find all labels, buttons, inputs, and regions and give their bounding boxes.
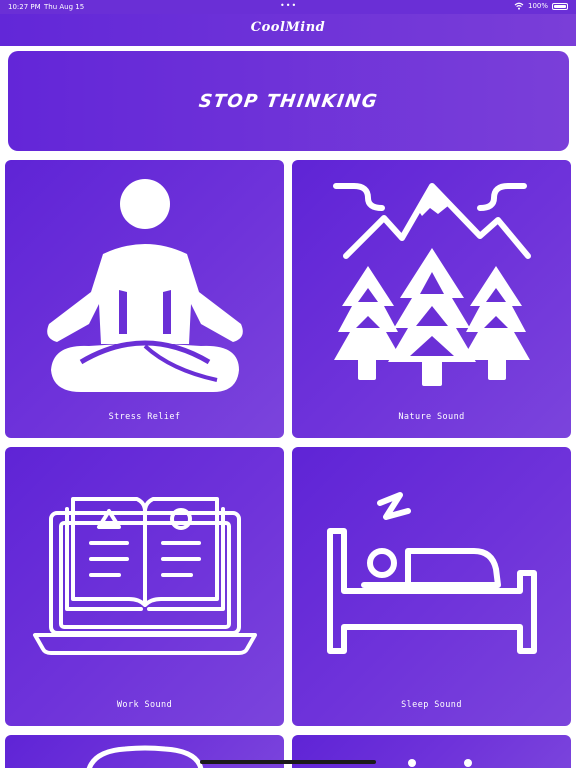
card-label: Work Sound (116, 700, 173, 710)
bed-sleep-icon (327, 492, 537, 654)
card-work-sound[interactable]: Work Sound (5, 447, 284, 726)
wifi-icon (514, 2, 524, 10)
cloud-icon (86, 745, 204, 768)
card-label: Sleep Sound (401, 700, 462, 710)
partial-icon (408, 759, 472, 767)
laptop-book-icon (33, 497, 257, 655)
card-label: Nature Sound (398, 412, 465, 422)
status-right: 100% (514, 2, 568, 10)
status-date: Thu Aug 15 (44, 3, 85, 11)
app-title: CoolMind (250, 20, 326, 35)
card-nature-sound[interactable]: Nature Sound (292, 160, 571, 438)
multitask-dots[interactable]: ••• (280, 1, 297, 10)
card-stress-relief[interactable]: Stress Relief (5, 160, 284, 438)
home-indicator[interactable] (200, 760, 376, 764)
nav-bar: CoolMind (0, 14, 576, 46)
battery-icon (552, 2, 568, 10)
banner-text: STOP THINKING (197, 90, 380, 112)
battery-percent: 100% (527, 2, 548, 10)
card-sleep-sound[interactable]: Sleep Sound (292, 447, 571, 726)
status-time: 10:27 PM (8, 3, 41, 11)
status-bar: 10:27 PM Thu Aug 15 ••• 100% (0, 0, 576, 14)
stop-thinking-banner[interactable]: STOP THINKING (8, 51, 569, 151)
card-label: Stress Relief (108, 412, 181, 422)
mountain-trees-icon (333, 183, 531, 386)
meditation-icon (47, 179, 243, 392)
